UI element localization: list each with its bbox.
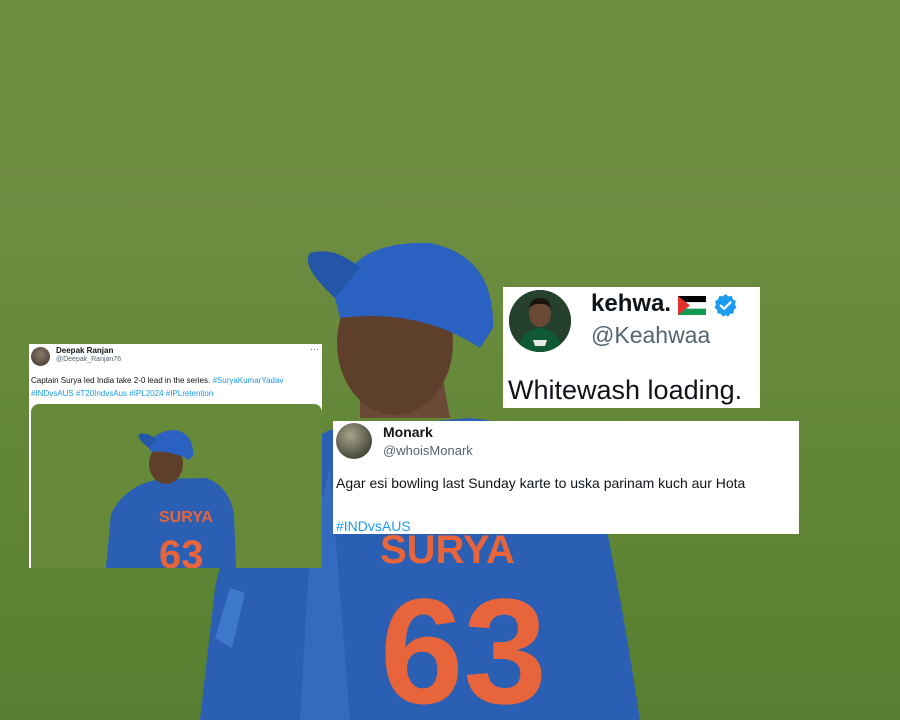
tweet-media-image[interactable]: SURYA 63 (31, 404, 322, 568)
hashtag-link[interactable]: #INDvsAUS (336, 518, 411, 534)
avatar[interactable] (336, 423, 372, 459)
tweet-author-name[interactable]: Monark (383, 424, 433, 440)
palestine-flag-icon (678, 296, 706, 315)
media-jersey-name: SURYA (159, 509, 213, 526)
verified-badge-icon (714, 294, 737, 317)
hashtag-links[interactable]: #INDvsAUS #T20IndvsAus #IPL2024 #IPLrete… (31, 389, 213, 398)
jersey-number: 63 (380, 567, 547, 720)
tweet-author-handle[interactable]: @whoisMonark (383, 443, 473, 458)
tweet-author-handle[interactable]: @Keahwaa (591, 322, 710, 349)
tweet-text: Whitewash loading. (508, 375, 743, 405)
more-dots-icon[interactable]: ··· (310, 344, 319, 354)
tweet-text: Captain Surya led India take 2-0 lead in… (31, 374, 321, 400)
tweet-text: Agar esi bowling last Sunday karte to us… (336, 475, 746, 491)
tweet-card-kehwa: kehwa. @Keahwaa Whitewash loading. (503, 287, 760, 408)
media-jersey-number: 63 (159, 533, 204, 568)
jersey-name: SURYA (380, 528, 515, 572)
hashtag-link[interactable]: #SuryaKumarYadav (212, 376, 283, 385)
tweet-author-name[interactable]: kehwa. (591, 290, 671, 318)
tweet-author-name[interactable]: Deepak Ranjan (56, 346, 113, 355)
tweet-card-deepak: Deepak Ranjan @Deepak_Ranjan76 ··· Capta… (29, 344, 322, 568)
tweet-body: Captain Surya led India take 2-0 lead in… (31, 376, 213, 385)
avatar[interactable] (509, 290, 571, 352)
tweet-card-monark: Monark @whoisMonark Agar esi bowling las… (333, 421, 799, 534)
top-green-background (0, 0, 900, 168)
tweet-author-handle[interactable]: @Deepak_Ranjan76 (56, 356, 121, 363)
avatar[interactable] (31, 347, 50, 366)
